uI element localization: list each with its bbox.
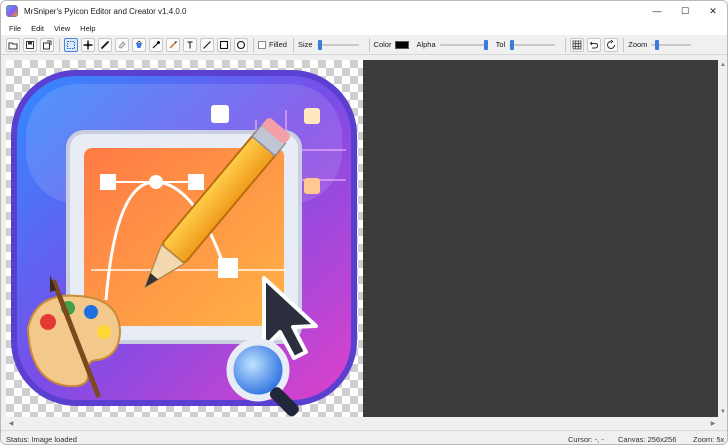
rectangle-tool-button[interactable] [217, 37, 231, 52]
size-label: Size [297, 40, 313, 49]
slider-thumb[interactable] [483, 39, 488, 50]
maximize-button[interactable]: ☐ [671, 1, 699, 21]
scroll-left-arrow[interactable]: ◀ [6, 418, 16, 429]
slider-track [316, 43, 359, 46]
select-tool-button[interactable] [64, 37, 78, 52]
status-bar: Status: Image loaded Cursor: -, - Canvas… [1, 430, 727, 444]
eraser-icon [118, 40, 126, 49]
eyedropper-tool-button[interactable] [149, 37, 163, 52]
move-tool-button[interactable] [81, 37, 95, 52]
cursor-readout: Cursor: -, - [568, 435, 604, 444]
ellipse-tool-button[interactable] [234, 37, 248, 52]
canvas-viewport[interactable] [6, 60, 718, 417]
toolbar: Filled Size Color Alpha Tol Zoom [1, 35, 727, 55]
color-swatch[interactable] [395, 40, 410, 49]
menu-bar: File Edit View Help [1, 21, 727, 35]
toolbar-separator [292, 37, 294, 52]
redo-button[interactable] [604, 37, 619, 52]
size-slider[interactable] [316, 38, 359, 52]
undo-icon [590, 41, 599, 48]
menu-edit[interactable]: Edit [26, 24, 49, 33]
scroll-up-arrow[interactable]: ▲ [718, 60, 727, 70]
alpha-label: Alpha [416, 40, 436, 49]
eyedropper-icon [152, 40, 160, 48]
filled-checkbox[interactable] [258, 40, 266, 49]
slider-track [509, 43, 556, 46]
scroll-down-arrow[interactable]: ▼ [718, 407, 727, 417]
brush-icon [169, 40, 177, 49]
open-icon [8, 42, 18, 49]
alpha-slider[interactable] [439, 38, 488, 52]
scroll-right-arrow[interactable]: ▶ [708, 418, 718, 429]
menu-help[interactable]: Help [75, 24, 100, 33]
bezier-node [188, 174, 204, 190]
grid-toggle-button[interactable] [570, 37, 585, 52]
pencil-icon [101, 40, 109, 49]
line-tool-button[interactable] [200, 37, 214, 52]
close-button[interactable]: ✕ [699, 1, 727, 21]
redo-icon [607, 39, 616, 49]
menu-file[interactable]: File [4, 24, 26, 33]
title-bar: MrSniper's Pyicon Editor and Creator v1.… [1, 1, 727, 21]
line-icon [203, 40, 211, 49]
bezier-node [218, 258, 238, 278]
move-icon [83, 40, 93, 49]
slider-track [439, 43, 488, 46]
sparkle-light [304, 108, 320, 124]
save-button[interactable] [23, 37, 37, 52]
filled-label: Filled [269, 40, 287, 49]
window-controls: — ☐ ✕ [643, 1, 727, 21]
brush-tool-button[interactable] [166, 37, 180, 52]
zoom-slider[interactable] [651, 38, 692, 52]
sparkle-light [304, 178, 320, 194]
tolerance-label: Tol [495, 40, 506, 49]
slider-thumb[interactable] [510, 39, 515, 50]
select-icon [67, 40, 75, 49]
undo-button[interactable] [587, 37, 602, 52]
toolbar-separator [565, 37, 567, 52]
fill-tool-button[interactable] [132, 37, 146, 52]
pencil-tool-button[interactable] [98, 37, 112, 52]
window-title: MrSniper's Pyicon Editor and Creator v1.… [24, 6, 187, 16]
text-tool-button[interactable] [183, 37, 197, 52]
slider-thumb[interactable] [655, 39, 660, 50]
grid-icon [572, 40, 582, 49]
app-window: MrSniper's Pyicon Editor and Creator v1.… [0, 0, 728, 445]
text-icon [187, 41, 193, 48]
horizontal-scrollbar[interactable]: ◀ ▶ [6, 418, 718, 429]
zoom-readout: Zoom: 5x [693, 435, 725, 444]
toolbar-separator [368, 37, 370, 52]
open-button[interactable] [6, 37, 20, 52]
status-message: Status: Image loaded [6, 435, 77, 444]
app-icon [6, 5, 18, 17]
toolbar-separator [59, 37, 60, 52]
canvas-size-readout: Canvas: 256x256 [618, 435, 677, 444]
export-button[interactable] [40, 37, 54, 52]
bezier-node [100, 174, 116, 190]
ellipse-icon [236, 40, 246, 49]
color-label: Color [373, 40, 392, 49]
eraser-tool-button[interactable] [115, 37, 129, 52]
toolbar-separator [623, 37, 625, 52]
export-icon [43, 40, 52, 49]
zoom-label: Zoom [628, 40, 648, 49]
save-icon [26, 40, 34, 49]
rectangle-icon [219, 40, 229, 49]
icon-artwork[interactable] [6, 60, 363, 417]
tolerance-slider[interactable] [509, 38, 556, 52]
sparkle-light [211, 105, 229, 123]
slider-thumb[interactable] [317, 39, 322, 50]
vertical-scrollbar[interactable]: ▲ ▼ [718, 60, 727, 417]
toolbar-separator [253, 37, 254, 52]
menu-view[interactable]: View [49, 24, 75, 33]
bezier-node [149, 175, 163, 189]
fill-bucket-icon [136, 39, 142, 48]
minimize-button[interactable]: — [643, 1, 671, 21]
